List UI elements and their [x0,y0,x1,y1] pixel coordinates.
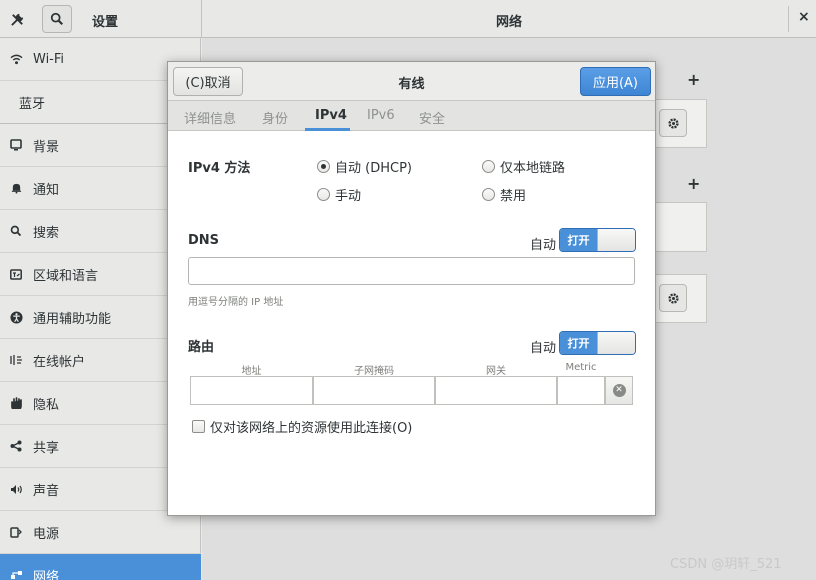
radio-manual[interactable]: 手动 [317,185,361,204]
tab-ipv4[interactable]: IPv4 [315,108,347,123]
switch-knob [597,229,635,251]
apply-button[interactable]: 应用(A) [580,67,651,96]
tab-bar: 详细信息 身份 IPv4 IPv6 安全 [168,101,655,131]
switch-on-label: 打开 [560,332,597,354]
sidebar-item-label: 隐私 [33,397,60,413]
tab-security[interactable]: 安全 [419,108,445,127]
route-gateway-input[interactable] [435,376,557,405]
delete-route-button[interactable]: ✕ [605,376,633,405]
route-netmask-input[interactable] [313,376,435,405]
route-metric-input[interactable] [557,376,605,405]
tab-details[interactable]: 详细信息 [184,108,236,127]
radio-disabled[interactable]: 禁用 [482,185,526,204]
switch-on-label: 打开 [560,229,597,251]
radio-indicator [482,188,495,201]
bell-icon [8,182,24,194]
radio-link-local[interactable]: 仅本地链路 [482,157,565,176]
sidebar-item-label: 蓝牙 [19,96,46,112]
sidebar-item-label: Wi-Fi [33,51,65,67]
close-icon[interactable]: × [798,9,810,25]
sidebar-item-network[interactable]: 网络 [0,554,201,580]
ipv4-method-label: IPv4 方法 [188,161,251,176]
radio-auto-dhcp[interactable]: 自动 (DHCP) [317,157,412,176]
gear-icon[interactable] [659,109,687,137]
switch-knob [597,332,635,354]
route-col-gateway: 网关 [486,366,506,377]
close-divider [788,6,789,32]
cancel-button[interactable]: (C)取消 [173,67,243,96]
routes-auto-switch[interactable]: 打开 [559,331,636,355]
network-icon [8,569,24,580]
settings-title: 设置 [92,15,119,30]
panel-title: 网络 [495,15,522,30]
radio-label: 手动 [335,189,362,204]
sidebar-item-label: 搜索 [33,225,60,241]
radio-indicator [317,188,330,201]
search-button[interactable] [42,5,72,33]
wifi-icon [8,54,24,65]
clear-icon: ✕ [612,384,626,397]
region-icon [8,268,24,280]
route-address-input[interactable] [190,376,313,405]
checkbox-label: 仅对该网络上的资源使用此连接(O) [210,421,413,436]
sidebar-item-label: 网络 [33,569,60,580]
dns-label: DNS [188,233,220,248]
online-accounts-icon [8,354,24,366]
radio-indicator [482,160,495,173]
radio-label: 自动 (DHCP) [335,161,412,176]
header-bar: 设置 网络 × [0,0,816,38]
search-icon [50,12,64,26]
accessibility-icon [8,310,24,324]
watermark: CSDN @玥轩_521 [670,557,782,572]
wired-settings-dialog: (C)取消 有线 应用(A) 详细信息 身份 IPv4 IPv6 安全 IPv4… [167,61,656,516]
speaker-icon [8,484,24,495]
routes-auto-label: 自动 [530,341,557,356]
route-col-metric: Metric [565,362,597,373]
checkbox-indicator [192,420,205,433]
tab-identity[interactable]: 身份 [262,108,288,127]
sidebar-item-label: 共享 [33,440,60,456]
sidebar-item-power[interactable]: 电源 [0,511,201,554]
search-icon [8,225,24,237]
route-col-address: 地址 [241,366,262,377]
dns-auto-label: 自动 [530,238,557,253]
radio-label: 禁用 [500,189,527,204]
add-vpn-icon[interactable]: + [687,174,700,193]
hand-icon [8,397,24,409]
sidebar-item-label: 区域和语言 [33,268,99,284]
tab-ipv6[interactable]: IPv6 [367,108,395,123]
sidebar-item-label: 电源 [33,526,60,542]
add-icon[interactable]: + [687,70,700,89]
active-tab-indicator [305,128,350,131]
sidebar-item-label: 声音 [33,483,60,499]
dialog-header: (C)取消 有线 应用(A) [168,62,655,101]
sidebar-item-label: 通知 [33,182,60,198]
background-icon [8,139,24,151]
dns-input[interactable] [188,257,635,285]
only-local-resources-checkbox[interactable]: 仅对该网络上的资源使用此连接(O) [192,417,412,436]
tools-icon[interactable] [6,8,28,30]
route-col-netmask: 子网掩码 [354,366,394,377]
radio-label: 仅本地链路 [500,161,566,176]
power-icon [8,526,24,538]
gear-icon[interactable] [659,284,687,312]
dns-auto-switch[interactable]: 打开 [559,228,636,252]
routes-label: 路由 [188,340,215,355]
sidebar-item-label: 在线帐户 [33,354,86,370]
radio-indicator [317,160,330,173]
dns-hint: 用逗号分隔的 IP 地址 [188,297,284,308]
share-icon [8,440,24,452]
sidebar-item-label: 背景 [33,139,60,155]
sidebar-item-label: 通用辅助功能 [33,311,112,327]
